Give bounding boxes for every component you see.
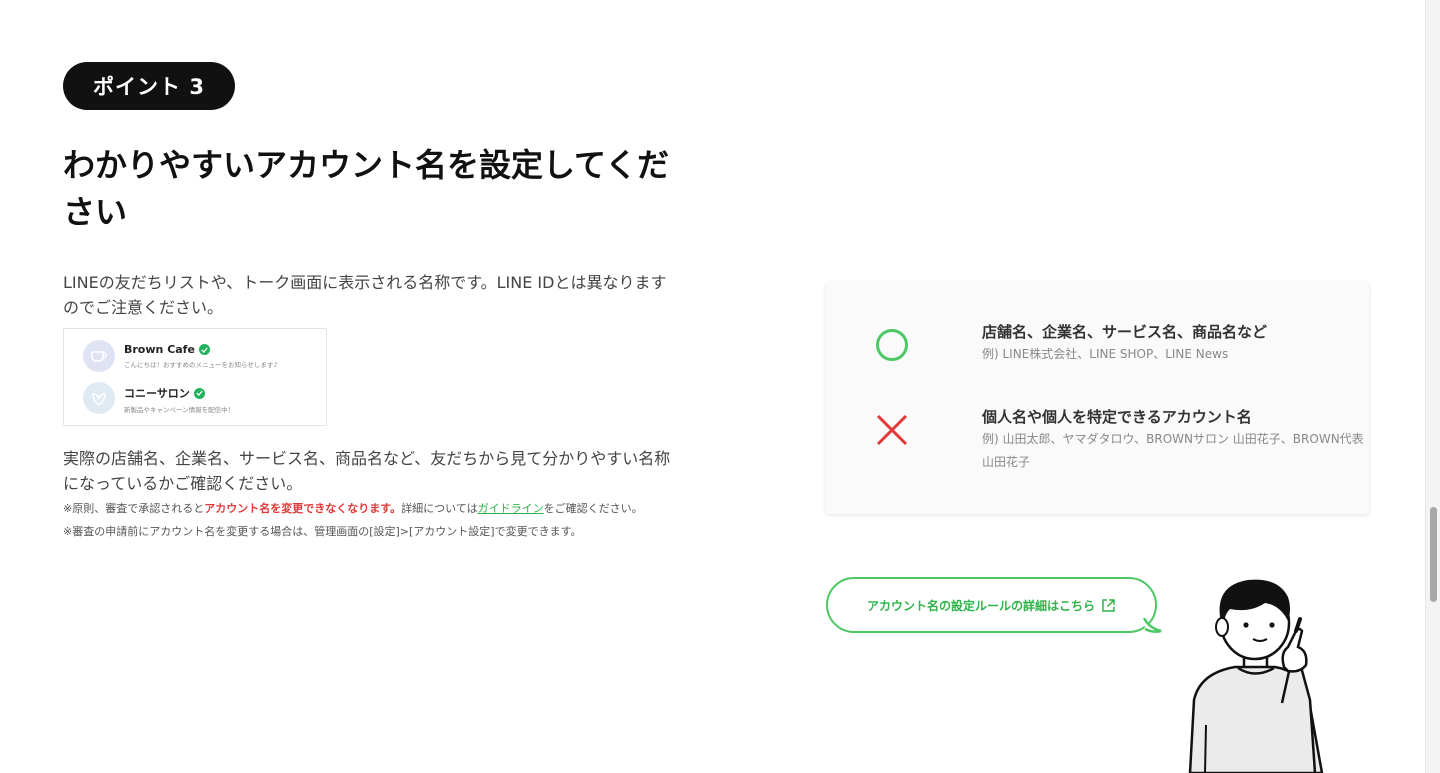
account-name: コニーサロン [124,385,234,401]
leaf-avatar-icon [83,382,115,414]
rule-ng-title: 個人名や個人を特定できるアカウント名 [982,408,1252,426]
account-name-rules-button[interactable]: アカウント名の設定ルールの詳細はこちら [826,577,1157,633]
section-title: わかりやすいアカウント名を設定してください [63,146,670,231]
rule-ok-example: 例) LINE株式会社、LINE SHOP、LINE News [982,347,1229,361]
settings-note: ※審査の申請前にアカウント名を変更する場合は、管理画面の[設定]>[アカウント設… [63,525,582,538]
sample-account-item: Brown Cafe こんにちは！おすすめのメニューをお知らせします♪ [83,340,278,372]
circle-ok-icon [876,329,908,361]
cafe-avatar-icon [83,340,115,372]
body-text: 実際の店舗名、企業名、サービス名、商品名など、友だちから見て分かりやすい名称にな… [63,449,671,493]
account-description: 新製品やキャンペーン情報を配信中！ [124,406,235,414]
guideline-link[interactable]: ガイドライン [478,502,544,515]
warning-text: アカウント名を変更できなくなります。 [204,502,402,515]
account-name: Brown Cafe [124,343,278,356]
lead-text: LINEの友だちリストや、トーク画面に表示される名称です。LINE IDとは異な… [63,273,667,317]
sample-account-item: コニーサロン 新製品やキャンペーン情報を配信中！ [83,382,234,414]
guideline-note: ※原則、審査で承認されるとアカウント名を変更できなくなります。詳細についてはガイ… [63,500,643,516]
scrollbar-thumb[interactable] [1430,507,1437,602]
cross-ng-icon [876,414,908,446]
vertical-scrollbar[interactable] [1425,0,1440,773]
pointing-person-illustration [1188,579,1324,773]
rule-ok-title: 店舗名、企業名、サービス名、商品名など [982,323,1268,341]
naming-rules-card: 店舗名、企業名、サービス名、商品名など 例) LINE株式会社、LINE SHO… [826,282,1369,514]
point-badge: ポイント 3 [63,62,235,110]
rule-ng-example: 例) 山田太郎、ヤマダタロウ、BROWNサロン 山田花子、BROWN代表 山田花… [982,432,1364,469]
speech-bubble-tail [1143,618,1162,633]
note-text: 詳細については [401,502,478,515]
note-text: ※原則、審査で承認されると [63,502,205,515]
external-link-icon [1102,598,1115,612]
cta-label: アカウント名の設定ルールの詳細はこちら [866,598,1095,613]
account-description: こんにちは！おすすめのメニューをお知らせします♪ [124,361,278,369]
verified-badge-icon [198,344,210,355]
verified-badge-icon [193,387,205,399]
sample-account-list: Brown Cafe こんにちは！おすすめのメニューをお知らせします♪ コニーサ… [63,328,327,426]
note-text: をご確認ください。 [543,502,643,515]
